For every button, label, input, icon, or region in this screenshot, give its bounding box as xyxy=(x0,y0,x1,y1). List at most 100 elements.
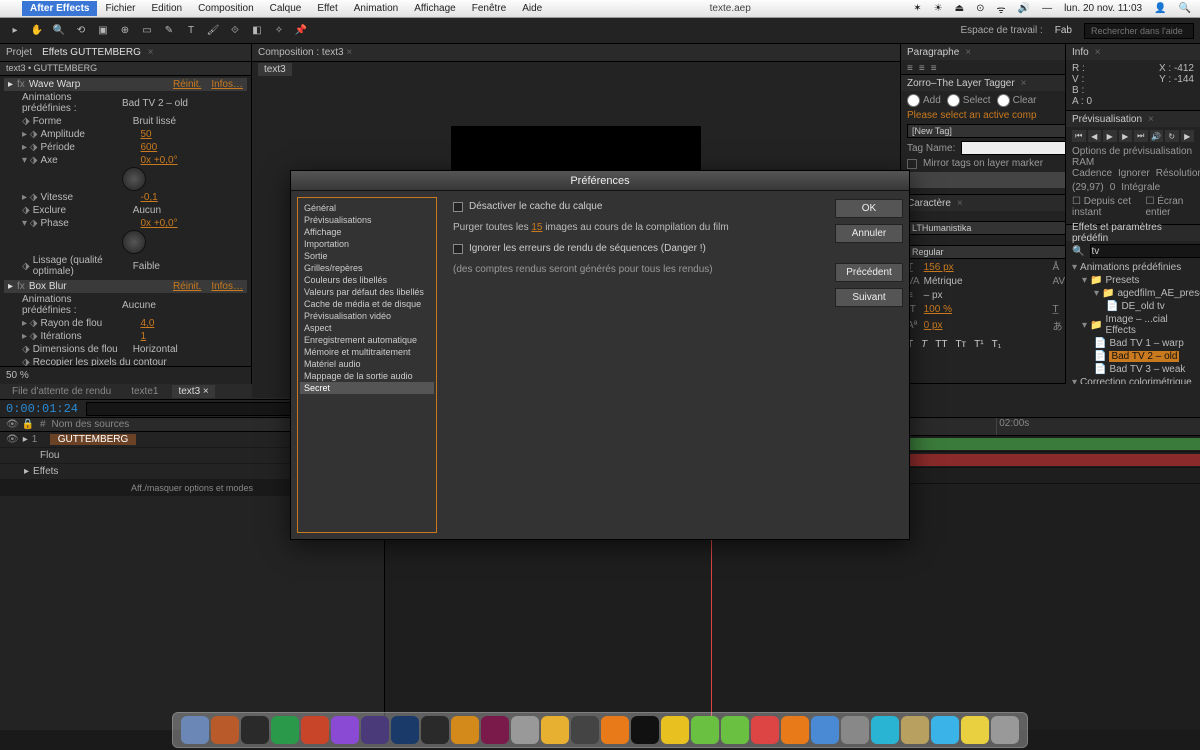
preset-select[interactable]: Bad TV 2 – old xyxy=(122,98,188,109)
prefs-nav-item[interactable]: Grilles/repères xyxy=(300,262,434,274)
dock-finder-icon[interactable] xyxy=(181,716,209,744)
axe-value[interactable]: 0x +0,0° xyxy=(141,155,178,166)
cadence-value[interactable]: (29,97) xyxy=(1072,182,1104,193)
phase-dial[interactable] xyxy=(122,230,146,254)
menu-calque[interactable]: Calque xyxy=(262,1,310,16)
tree-badtv3[interactable]: 📄 Bad TV 3 – weak xyxy=(1072,363,1194,376)
camera-tool[interactable]: ▣ xyxy=(94,22,112,40)
dock-illustrator-icon[interactable] xyxy=(451,716,479,744)
rayon-value[interactable]: 4,0 xyxy=(141,318,155,329)
dock-trash-icon[interactable] xyxy=(991,716,1019,744)
hand-tool[interactable]: ✋ xyxy=(28,22,46,40)
align-left-icon[interactable]: ≡ xyxy=(907,63,913,74)
selection-tool[interactable]: ▸ xyxy=(6,22,24,40)
resolution-value[interactable]: Intégrale xyxy=(1121,182,1160,193)
dock-app-icon[interactable] xyxy=(571,716,599,744)
align-center-icon[interactable]: ≡ xyxy=(919,63,925,74)
dock-app-icon[interactable] xyxy=(331,716,359,744)
purge-count[interactable]: 15 xyxy=(531,222,542,233)
menu-edition[interactable]: Edition xyxy=(143,1,190,16)
dock-app-icon[interactable] xyxy=(841,716,869,744)
tab-texte1[interactable]: texte1 xyxy=(125,385,164,398)
mirror-checkbox[interactable]: Mirror tags on layer marker xyxy=(923,158,1043,169)
comp-breadcrumb[interactable]: text3 xyxy=(258,63,292,76)
tab-effets-params[interactable]: Effets et paramètres prédéfin xyxy=(1072,222,1194,244)
forme-value[interactable]: Bruit lissé xyxy=(133,116,176,127)
tree-animations[interactable]: ▾Animations prédéfinies xyxy=(1072,261,1194,274)
prefs-nav-item[interactable]: Général xyxy=(300,202,434,214)
shape-tool[interactable]: ▭ xyxy=(138,22,156,40)
prefs-nav-item[interactable]: Affichage xyxy=(300,226,434,238)
prefs-nav-item[interactable]: Aspect xyxy=(300,322,434,334)
next-button[interactable]: Suivant xyxy=(835,288,903,307)
dock-app-icon[interactable] xyxy=(661,716,689,744)
dock-app-icon[interactable] xyxy=(211,716,239,744)
eraser-tool[interactable]: ◧ xyxy=(248,22,266,40)
brush-tool[interactable]: 🖌 xyxy=(204,22,222,40)
prefs-nav-item[interactable]: Enregistrement automatique xyxy=(300,334,434,346)
workspace-select[interactable]: Fab xyxy=(1049,25,1078,36)
prefs-nav-item[interactable]: Secret xyxy=(300,382,434,394)
text-tool[interactable]: T xyxy=(182,22,200,40)
rotate-tool[interactable]: ⟲ xyxy=(72,22,90,40)
dock-app-icon[interactable] xyxy=(721,716,749,744)
iter-value[interactable]: 1 xyxy=(141,331,147,342)
prefs-nav-item[interactable]: Couleurs des libellés xyxy=(300,274,434,286)
loop-button[interactable]: ↻ xyxy=(1165,130,1179,142)
wifi-icon[interactable]: ᯤ xyxy=(993,2,1008,16)
prefs-nav-item[interactable]: Mémoire et multitraitement xyxy=(300,346,434,358)
dock-indesign-icon[interactable] xyxy=(481,716,509,744)
menu-animation[interactable]: Animation xyxy=(346,1,406,16)
tree-presets[interactable]: ▾📁 Presets xyxy=(1072,274,1194,287)
dock-app-icon[interactable] xyxy=(241,716,269,744)
dock-lightroom-icon[interactable] xyxy=(421,716,449,744)
status-icon[interactable]: ✶ xyxy=(910,3,924,14)
next-frame-button[interactable]: ▶ xyxy=(1119,130,1133,142)
anchor-tool[interactable]: ⊕ xyxy=(116,22,134,40)
baseline-value[interactable]: 0 px xyxy=(924,320,1049,331)
previous-button[interactable]: Précédent xyxy=(835,263,903,282)
tab-text3[interactable]: text3 × xyxy=(172,385,214,398)
zorro-select[interactable]: Select xyxy=(947,94,991,107)
dock-app-icon[interactable] xyxy=(541,716,569,744)
dock-filezilla-icon[interactable] xyxy=(301,716,329,744)
tab-previsualisation[interactable]: Prévisualisation xyxy=(1072,114,1142,125)
dock-photoshop-icon[interactable] xyxy=(391,716,419,744)
infos-link[interactable]: Infos… xyxy=(211,79,243,90)
dock-app-icon[interactable] xyxy=(751,716,779,744)
ok-button[interactable]: OK xyxy=(835,199,903,218)
ecran-checkbox[interactable]: ☐ Écran entier xyxy=(1145,196,1194,218)
tab-effets[interactable]: Effets GUTTEMBERG × xyxy=(42,47,153,58)
tab-composition[interactable]: Composition : text3 × xyxy=(258,47,352,58)
menu-fichier[interactable]: Fichier xyxy=(97,1,143,16)
current-time[interactable]: 0:00:01:24 xyxy=(6,402,78,416)
vscale-value[interactable]: 100 % xyxy=(924,304,1049,315)
reinit-link[interactable]: Réinit. xyxy=(173,281,201,292)
tab-caractere[interactable]: Caractère xyxy=(907,198,951,209)
dock-app-icon[interactable] xyxy=(871,716,899,744)
pen-tool[interactable]: ✎ xyxy=(160,22,178,40)
zorro-clear[interactable]: Clear xyxy=(997,94,1037,107)
dock-aftereffects-icon[interactable] xyxy=(361,716,389,744)
reinit-link[interactable]: Réinit. xyxy=(173,79,201,90)
preset-search[interactable] xyxy=(1090,244,1200,258)
tree-badtv2[interactable]: 📄 Bad TV 2 – old xyxy=(1072,350,1194,363)
play-button[interactable]: ▶ xyxy=(1103,130,1117,142)
dock-app-icon[interactable] xyxy=(931,716,959,744)
zoom-tool[interactable]: 🔍 xyxy=(50,22,68,40)
menu-affichage[interactable]: Affichage xyxy=(406,1,464,16)
dock-app-icon[interactable] xyxy=(691,716,719,744)
depuis-checkbox[interactable]: ☐ Depuis cet instant xyxy=(1072,196,1139,218)
zorro-add[interactable]: Add xyxy=(907,94,941,107)
status-icon[interactable]: ⏏ xyxy=(952,3,967,14)
chk-disable-cache[interactable]: Désactiver le cache du calque xyxy=(453,201,819,212)
dock-itunes-icon[interactable] xyxy=(901,716,929,744)
dock-app-icon[interactable] xyxy=(271,716,299,744)
tab-info[interactable]: Info xyxy=(1072,47,1089,58)
spotlight-icon[interactable]: 🔍 xyxy=(1176,3,1194,14)
amplitude-value[interactable]: 50 xyxy=(141,129,152,140)
prefs-nav-item[interactable]: Mappage de la sortie audio xyxy=(300,370,434,382)
align-right-icon[interactable]: ≡ xyxy=(931,63,937,74)
dock-app-icon[interactable] xyxy=(601,716,629,744)
roto-tool[interactable]: ✧ xyxy=(270,22,288,40)
